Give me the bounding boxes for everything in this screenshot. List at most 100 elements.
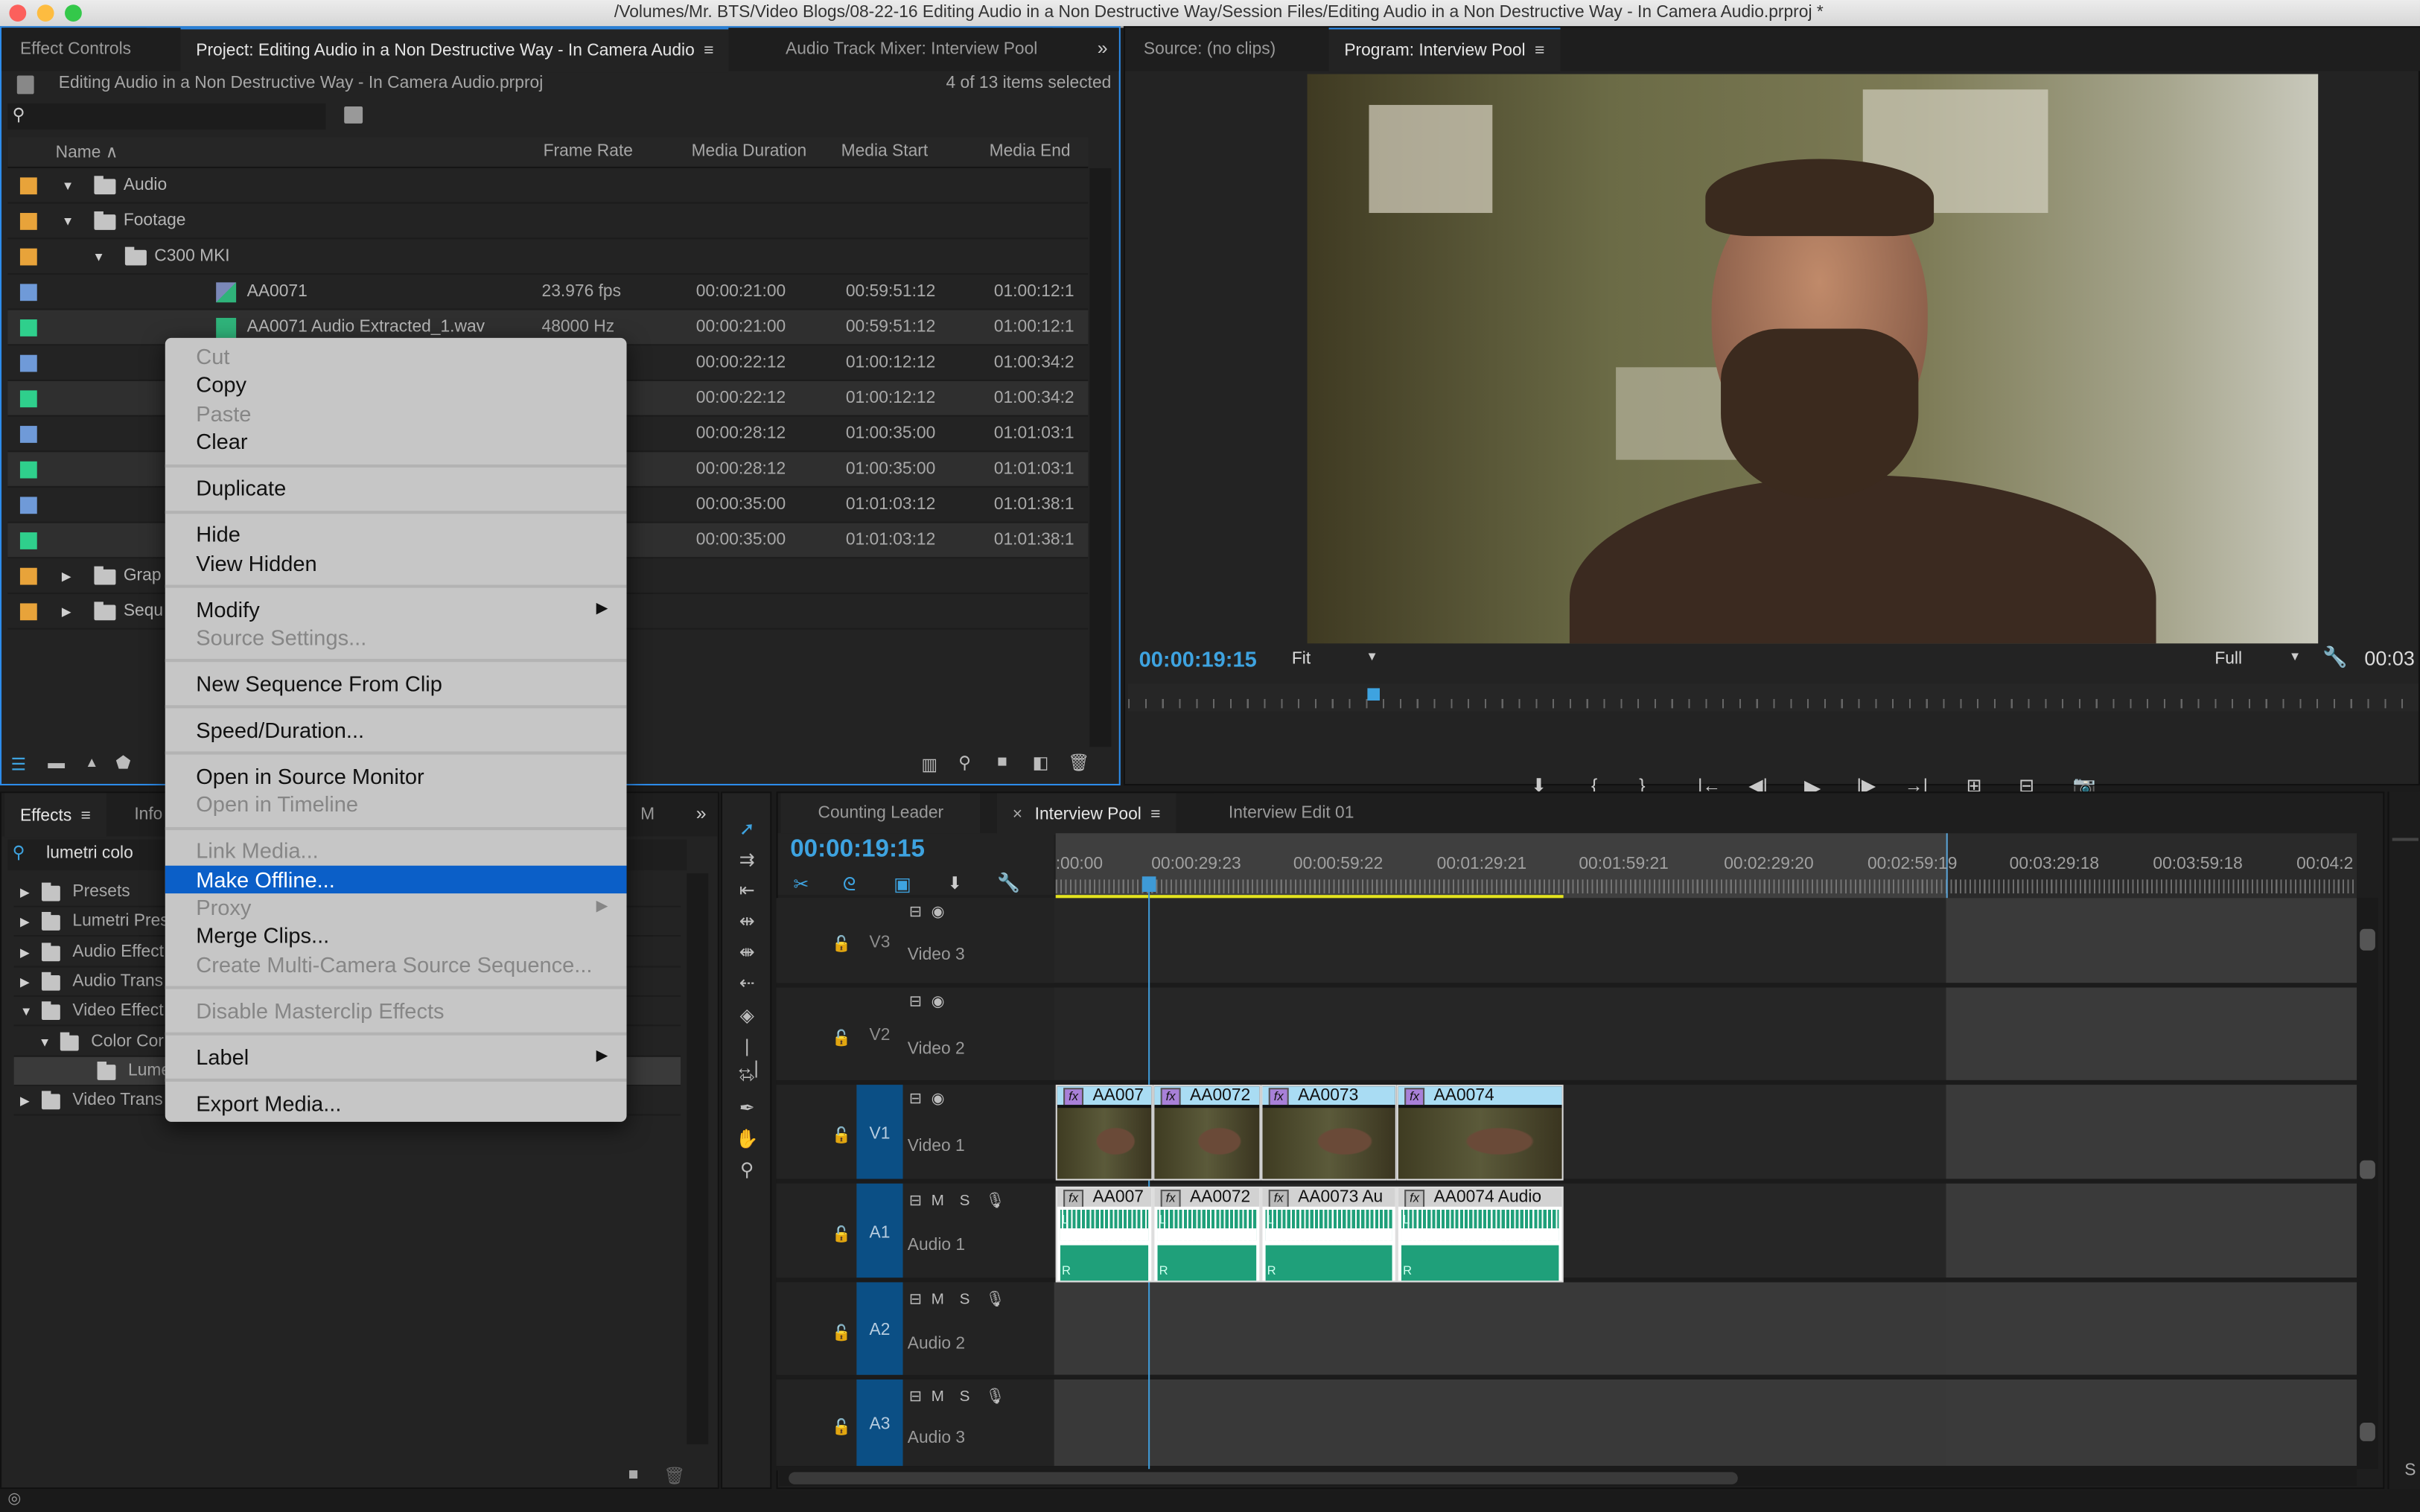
menu-item-open-in-source-monitor[interactable]: Open in Source Monitor — [165, 762, 627, 791]
track-target-a2[interactable]: A2 — [856, 1282, 902, 1374]
audio-clip[interactable]: fxAA0074 AudioLR — [1397, 1187, 1564, 1283]
linked-selection-icon[interactable]: ᘓ — [843, 873, 856, 896]
lock-icon[interactable]: 🔓 — [832, 1227, 851, 1244]
effects-scrollbar[interactable] — [687, 873, 708, 1444]
disclosure-open-icon[interactable]: ▼ — [20, 997, 32, 1026]
trash-icon[interactable]: 🗑 — [1068, 753, 1089, 773]
column-name[interactable]: Name ∧ — [56, 142, 118, 162]
icon-view-icon[interactable]: ▬ — [48, 755, 65, 773]
tab-interview-pool[interactable]: ×Interview Pool≡ — [997, 793, 1176, 835]
menu-item-duplicate[interactable]: Duplicate — [165, 474, 627, 503]
razor-tool-icon[interactable]: ◈ — [735, 1004, 760, 1026]
slide-tool-icon[interactable]: ⇿ — [735, 1066, 760, 1088]
label-color-swatch[interactable] — [20, 319, 37, 336]
eye-icon[interactable]: ◉ — [932, 905, 945, 922]
find-bin-icon[interactable] — [344, 106, 363, 124]
tab-interview-edit-01[interactable]: Interview Edit 01 — [1213, 793, 1369, 833]
lock-icon[interactable]: 🔓 — [832, 1128, 851, 1145]
menu-item-copy[interactable]: Copy — [165, 371, 627, 399]
wrench-icon[interactable]: 🔧 — [2322, 645, 2348, 669]
label-color-swatch[interactable] — [20, 213, 37, 230]
label-color-swatch[interactable] — [20, 497, 37, 514]
tab-markers[interactable]: M — [625, 793, 669, 836]
solo-meter-label[interactable]: S — [2404, 1461, 2416, 1480]
new-item-icon[interactable]: ◧ — [1033, 753, 1049, 773]
menu-item-label[interactable]: Label▶ — [165, 1043, 627, 1071]
solo-button[interactable]: S — [960, 1193, 970, 1210]
column-media-duration[interactable]: Media Duration — [692, 142, 807, 161]
project-item-row[interactable]: ▼Footage — [7, 204, 1088, 240]
rate-stretch-tool-icon[interactable]: ⇼ — [735, 941, 760, 963]
program-scrubber[interactable] — [1128, 683, 2419, 711]
rate-tool-icon[interactable]: ⇠ — [735, 972, 760, 994]
new-bin-icon[interactable]: ■ — [628, 1466, 639, 1484]
track-target-a1[interactable]: A1 — [856, 1184, 902, 1277]
tab-source-monitor[interactable]: Source: (no clips) — [1128, 28, 1291, 71]
rolling-edit-tool-icon[interactable]: ⇹ — [735, 910, 760, 932]
menu-item-clear[interactable]: Clear — [165, 427, 627, 456]
tab-effects[interactable]: Effects≡ — [4, 793, 106, 838]
lock-icon[interactable]: 🔓 — [832, 937, 851, 954]
disclosure-closed-icon[interactable]: ▶ — [20, 1086, 30, 1115]
scroll-thumb-mid[interactable] — [2360, 1161, 2375, 1179]
disclosure-closed-icon[interactable]: ▶ — [62, 594, 71, 630]
project-scrollbar[interactable] — [1089, 168, 1111, 747]
zoom-slider-handle[interactable]: ⬟ — [115, 753, 130, 773]
zoom-window-button[interactable] — [65, 4, 82, 22]
resolution-dropdown[interactable]: Full▼ — [2214, 650, 2307, 672]
track-target-a3[interactable]: A3 — [856, 1379, 902, 1466]
label-color-swatch[interactable] — [20, 426, 37, 443]
ripple-edit-tool-icon[interactable]: ⇤ — [735, 879, 760, 901]
track-target-v1[interactable]: V1 — [856, 1085, 902, 1178]
label-color-swatch[interactable] — [20, 177, 37, 194]
new-bin-icon[interactable]: ■ — [997, 753, 1007, 771]
timeline-vertical-scrollbar[interactable] — [2357, 898, 2378, 1469]
overflow-tabs-icon[interactable]: » — [696, 803, 707, 824]
sync-lock-icon[interactable]: ⊟ — [909, 1091, 922, 1108]
label-color-swatch[interactable] — [20, 603, 37, 620]
video-clip[interactable]: fxAA0074 — [1397, 1085, 1564, 1181]
find-icon[interactable]: ⚲ — [958, 753, 971, 773]
timeline-playhead-handle[interactable] — [1142, 876, 1156, 892]
zoom-slider-icon[interactable]: ▲ — [85, 755, 98, 771]
audio-clip[interactable]: fxAA007LR — [1056, 1187, 1153, 1283]
close-window-button[interactable] — [9, 4, 26, 22]
overflow-tabs-icon[interactable]: » — [1098, 37, 1108, 59]
fit-dropdown[interactable]: Fit▼ — [1292, 650, 1388, 672]
solo-button[interactable]: S — [960, 1388, 970, 1406]
project-item-row[interactable]: ▼Audio — [7, 168, 1088, 204]
label-color-swatch[interactable] — [20, 532, 37, 549]
label-color-swatch[interactable] — [20, 390, 37, 407]
menu-item-view-hidden[interactable]: View Hidden — [165, 549, 627, 577]
add-marker-icon[interactable]: ▣ — [894, 873, 911, 895]
sync-lock-icon[interactable]: ⊟ — [909, 1292, 922, 1309]
program-timecode[interactable]: 00:00:19:15 — [1139, 646, 1257, 671]
disclosure-open-icon[interactable]: ▼ — [62, 168, 74, 204]
microphone-icon[interactable]: 🎙 — [985, 1193, 1004, 1210]
track-select-tool-icon[interactable]: ⇉ — [735, 849, 760, 870]
label-color-swatch[interactable] — [20, 355, 37, 372]
tab-effect-controls[interactable]: Effect Controls — [4, 28, 147, 71]
snap-icon[interactable]: ✂ — [793, 873, 809, 895]
disclosure-closed-icon[interactable]: ▶ — [20, 967, 30, 996]
column-media-end[interactable]: Media End — [990, 142, 1071, 161]
tab-audio-track-mixer[interactable]: Audio Track Mixer: Interview Pool — [770, 28, 1053, 71]
microphone-icon[interactable]: 🎙 — [985, 1292, 1004, 1309]
disclosure-open-icon[interactable]: ▼ — [92, 239, 104, 275]
hand-tool-icon[interactable]: ✋ — [735, 1128, 760, 1149]
wrench-icon[interactable]: 🔧 — [997, 872, 1020, 893]
program-video-frame[interactable] — [1308, 74, 2319, 643]
mute-button[interactable]: M — [932, 1388, 944, 1406]
menu-item-merge-clips[interactable]: Merge Clips... — [165, 922, 627, 950]
microphone-icon[interactable]: 🎙 — [985, 1388, 1004, 1406]
disclosure-closed-icon[interactable]: ▶ — [20, 937, 30, 966]
panel-menu-icon[interactable]: ≡ — [1535, 42, 1544, 60]
timeline-horizontal-scrollbar[interactable] — [780, 1470, 2357, 1486]
column-media-start[interactable]: Media Start — [841, 142, 929, 161]
sync-lock-icon[interactable]: ⊟ — [909, 994, 922, 1011]
track-target-v3[interactable]: V3 — [856, 898, 902, 983]
program-playhead[interactable] — [1367, 688, 1380, 701]
panel-menu-icon[interactable]: ≡ — [81, 807, 91, 826]
menu-item-modify[interactable]: Modify▶ — [165, 595, 627, 623]
sync-lock-icon[interactable]: ⊟ — [909, 905, 922, 922]
